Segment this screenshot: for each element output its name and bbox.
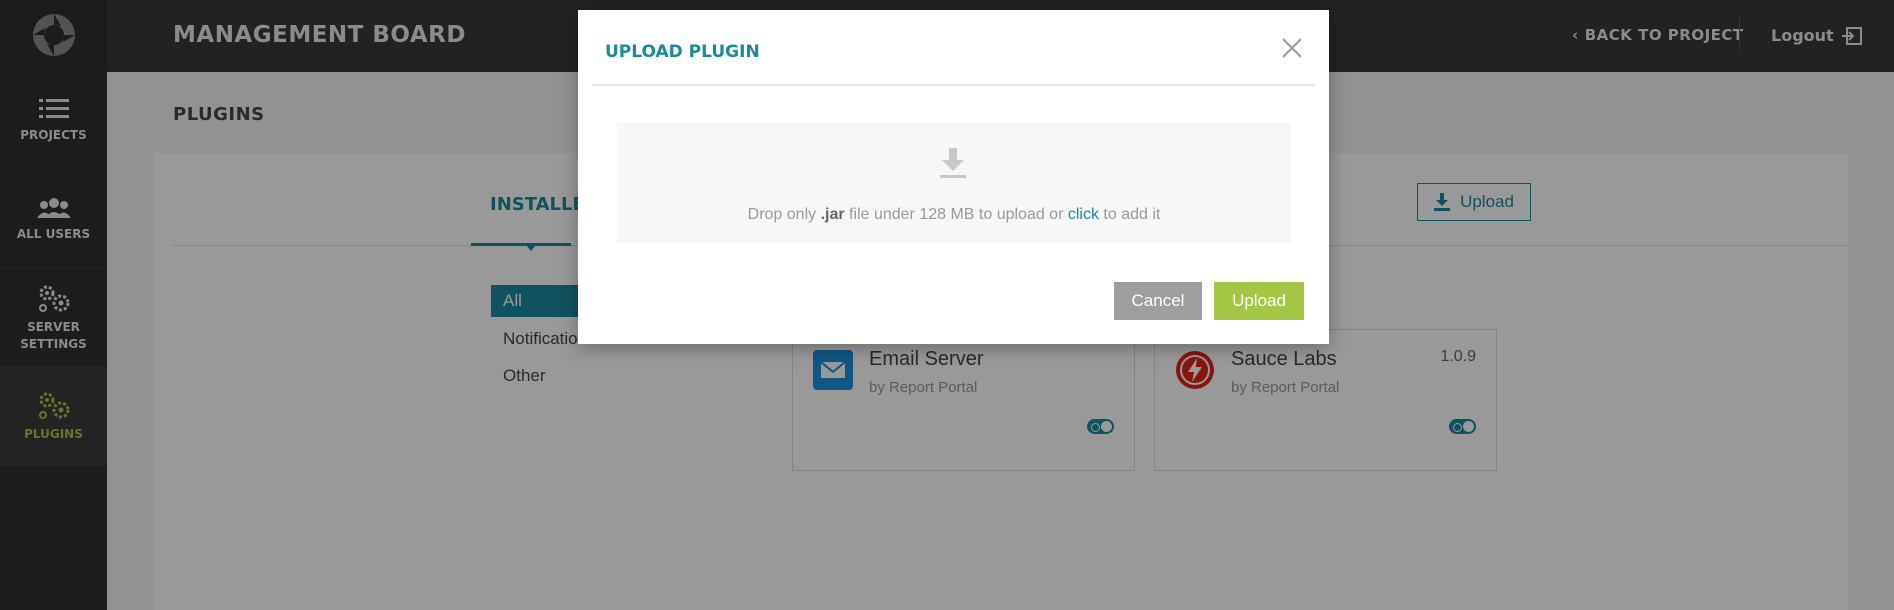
cancel-button[interactable]: Cancel [1114,282,1202,320]
drop-extension: .jar [820,206,845,223]
click-to-add-link[interactable]: click [1068,206,1099,223]
close-icon[interactable] [1280,36,1304,60]
drop-middle: file under 128 MB to upload or [849,206,1064,223]
upload-plugin-modal: UPLOAD PLUGIN Drop only .jar file under … [578,10,1329,344]
drop-suffix: to add it [1103,206,1161,223]
drop-prefix: Drop only [747,206,817,223]
modal-title: UPLOAD PLUGIN [605,42,760,62]
upload-button[interactable]: Upload [1214,282,1304,320]
dropzone-text: Drop only .jar file under 128 MB to uplo… [617,206,1291,224]
download-icon [940,148,966,178]
file-dropzone[interactable]: Drop only .jar file under 128 MB to uplo… [617,123,1291,243]
modal-divider [592,84,1315,86]
